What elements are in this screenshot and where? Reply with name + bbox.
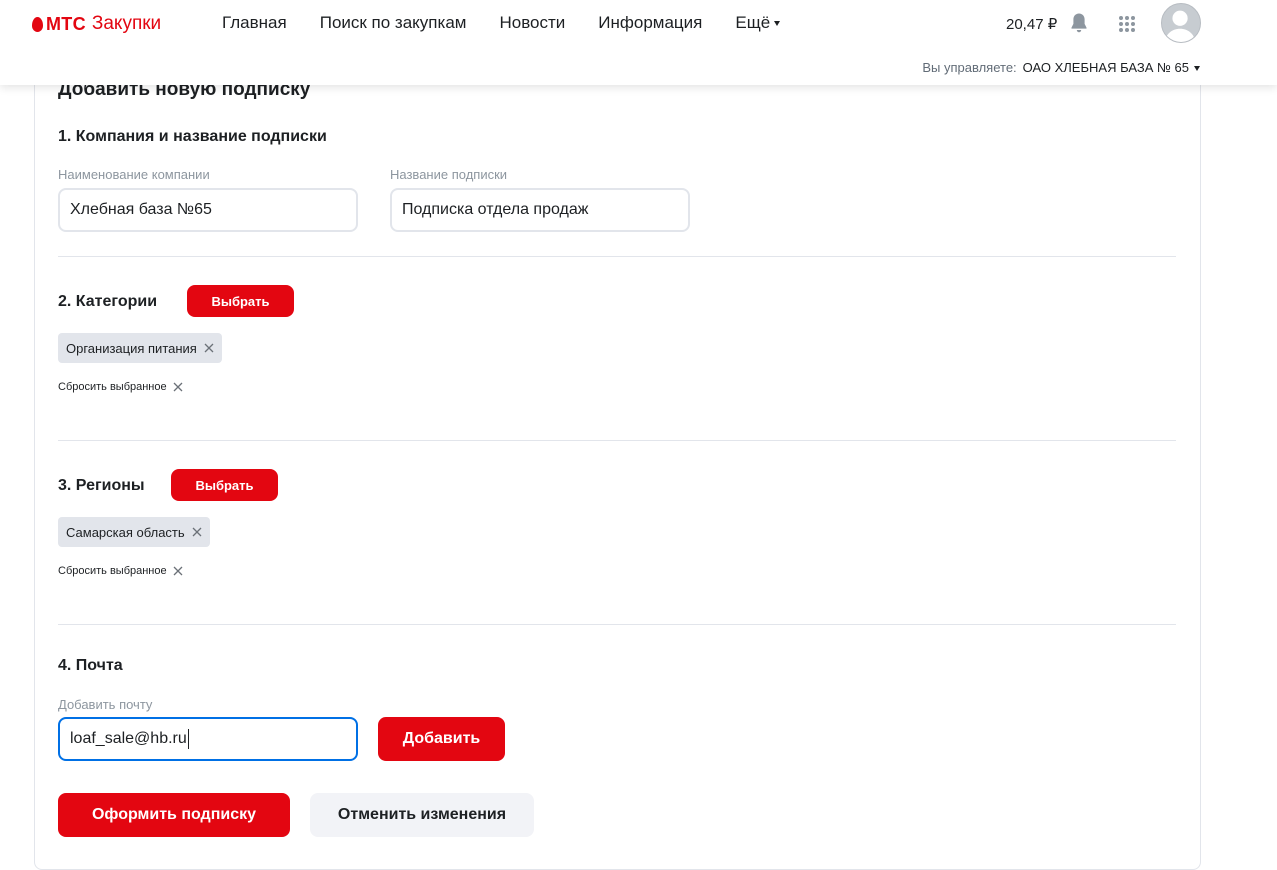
submit-subscription-button[interactable]: Оформить подписку: [58, 793, 290, 837]
logo-product: Закупки: [91, 13, 162, 34]
apps-grid-icon[interactable]: [1118, 15, 1136, 33]
nav-item-search[interactable]: Поиск по закупкам: [320, 13, 467, 33]
nav-item-more[interactable]: Ещё: [735, 13, 781, 33]
close-icon[interactable]: [204, 343, 214, 353]
nav-item-news[interactable]: Новости: [499, 13, 565, 33]
logo[interactable]: МТС Закупки: [32, 12, 161, 36]
reset-categories-button[interactable]: Сбросить выбранное: [58, 381, 183, 393]
company-field[interactable]: Хлебная база №65: [58, 188, 358, 232]
manage-label: Вы управляете:: [922, 60, 1017, 75]
chevron-down-icon: [774, 21, 781, 26]
category-chip: Организация питания: [58, 333, 222, 363]
divider: [58, 440, 1176, 441]
reset-regions-button[interactable]: Сбросить выбранное: [58, 565, 183, 577]
chip-label: Самарская область: [66, 524, 185, 540]
avatar-icon: [1164, 10, 1196, 42]
chevron-down-icon: [1194, 65, 1200, 71]
choose-regions-button[interactable]: Выбрать: [171, 469, 278, 501]
section-categories-title: 2. Категории: [58, 293, 158, 310]
main-nav: Главная Поиск по закупкам Новости Информ…: [222, 13, 813, 33]
managed-company-switcher[interactable]: Вы управляете: ОАО ХЛЕБНАЯ БАЗА № 65: [922, 60, 1200, 75]
email-label: Добавить почту: [58, 697, 153, 712]
subscription-name-label: Название подписки: [390, 167, 508, 182]
balance[interactable]: 20,47 ₽: [1006, 15, 1057, 33]
nav-item-label: Новости: [499, 13, 566, 32]
section-email-title: 4. Почта: [58, 657, 123, 674]
email-field[interactable]: loaf_sale@hb.ru: [58, 717, 358, 761]
reset-label: Сбросить выбранное: [58, 565, 167, 577]
section-company-title: 1. Компания и название подписки: [58, 128, 327, 145]
choose-categories-button[interactable]: Выбрать: [187, 285, 294, 317]
avatar[interactable]: [1161, 3, 1201, 43]
text-cursor: [187, 728, 189, 749]
cancel-changes-button[interactable]: Отменить изменения: [310, 793, 534, 837]
bell-icon[interactable]: [1070, 12, 1088, 34]
nav-item-label: Информация: [598, 13, 703, 32]
close-icon[interactable]: [192, 527, 202, 537]
logo-brand: МТС: [46, 13, 86, 34]
subscription-name-field[interactable]: Подписка отдела продаж: [390, 188, 690, 232]
add-email-button[interactable]: Добавить: [378, 717, 505, 761]
email-value: loaf_sale@hb.ru: [70, 730, 187, 747]
mts-egg-icon: [32, 16, 43, 32]
nav-item-label: Поиск по закупкам: [319, 13, 467, 32]
nav-item-label: Главная: [222, 13, 287, 32]
nav-item-label: Ещё: [735, 13, 771, 32]
company-label: Наименование компании: [58, 167, 210, 182]
region-chip: Самарская область: [58, 517, 210, 547]
close-icon: [173, 382, 183, 392]
top-header: МТС Закупки Главная Поиск по закупкам Но…: [0, 0, 1277, 85]
nav-item-home[interactable]: Главная: [222, 13, 287, 33]
reset-label: Сбросить выбранное: [58, 381, 167, 393]
chip-label: Организация питания: [66, 340, 197, 356]
close-icon: [173, 566, 183, 576]
nav-item-info[interactable]: Информация: [598, 13, 702, 33]
divider: [58, 624, 1176, 625]
section-regions-title: 3. Регионы: [58, 477, 145, 494]
manage-value: ОАО ХЛЕБНАЯ БАЗА № 65: [1022, 60, 1189, 75]
divider: [58, 256, 1176, 257]
